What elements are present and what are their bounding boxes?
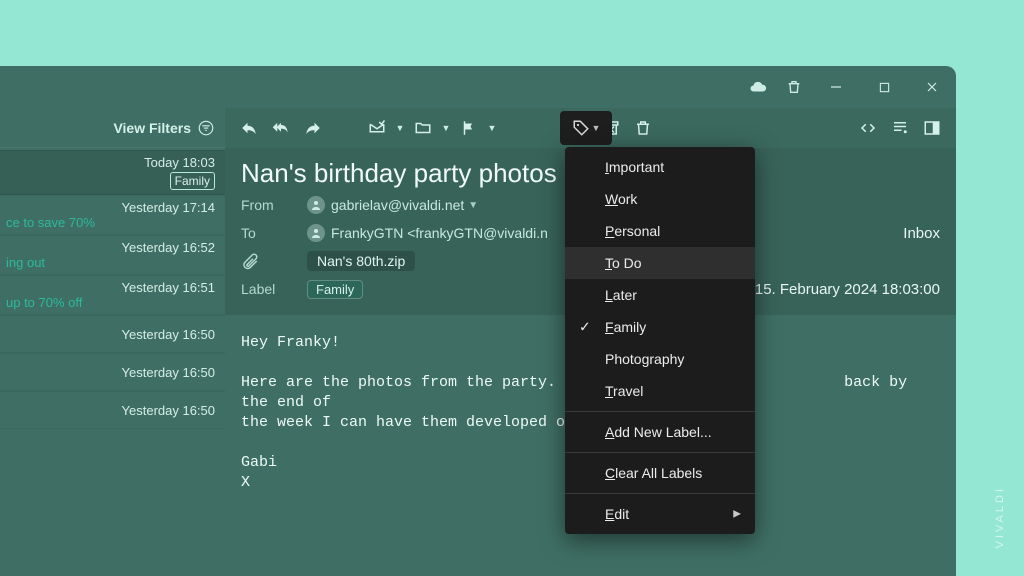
check-icon: ✓ [579, 319, 591, 336]
list-item-snippet: ing out [6, 255, 215, 270]
chevron-down-icon[interactable]: ▼ [441, 123, 451, 133]
filter-icon [197, 119, 215, 137]
menu-separator [565, 411, 755, 412]
list-item-snippet: up to 70% off [6, 295, 215, 310]
label-label: Label [241, 281, 307, 297]
list-item[interactable]: Yesterday 16:50 [0, 391, 225, 429]
maximize-button[interactable] [860, 66, 908, 108]
attachment-icon [241, 252, 307, 270]
flag-button[interactable] [455, 114, 483, 142]
list-item-date: Yesterday 16:50 [122, 327, 215, 342]
list-item-date: Yesterday 17:14 [122, 200, 215, 215]
reply-all-button[interactable] [267, 114, 295, 142]
menu-item-edit[interactable]: Edit ▶ [565, 498, 755, 530]
trash-icon[interactable] [776, 66, 812, 108]
app-window: View Filters Today 18:03 Family Yesterda… [0, 66, 956, 576]
delete-button[interactable] [629, 114, 657, 142]
from-address[interactable]: gabrielav@vivaldi.net [331, 197, 464, 213]
attachment-chip[interactable]: Nan's 80th.zip [307, 251, 415, 271]
chevron-down-icon[interactable]: ▼ [487, 123, 497, 133]
menu-separator [565, 452, 755, 453]
label-menu-button[interactable]: ▼ [560, 111, 612, 145]
menu-item-to-do[interactable]: To Do [565, 247, 755, 279]
list-item-date: Yesterday 16:50 [122, 365, 215, 380]
list-item[interactable]: Yesterday 16:51 up to 70% off [0, 275, 225, 315]
layout-toggle-button[interactable] [886, 114, 914, 142]
window-controls [740, 66, 956, 108]
chevron-down-icon[interactable]: ▼ [468, 200, 478, 211]
list-item[interactable]: Yesterday 16:50 [0, 353, 225, 391]
list-item-date: Today 18:03 [144, 155, 215, 170]
menu-item-add-new-label[interactable]: Add New Label... [565, 416, 755, 448]
menu-item-personal[interactable]: Personal [565, 215, 755, 247]
menu-item-work[interactable]: Work [565, 183, 755, 215]
menu-item-later[interactable]: Later [565, 279, 755, 311]
view-filters-label: View Filters [113, 120, 191, 136]
message-subject: Nan's birthday party photos [241, 158, 557, 189]
minimize-button[interactable] [812, 66, 860, 108]
brand-watermark: VIVALDI [994, 486, 1006, 548]
menu-item-photography[interactable]: Photography [565, 343, 755, 375]
menu-item-family[interactable]: ✓ Family [565, 311, 755, 343]
list-item-snippet: ce to save 70% [6, 215, 215, 230]
from-label: From [241, 197, 307, 213]
submenu-arrow-icon: ▶ [733, 509, 741, 520]
cloud-icon[interactable] [740, 66, 776, 108]
list-item-date: Yesterday 16:50 [122, 403, 215, 418]
message-label-chip[interactable]: Family [307, 280, 363, 299]
message-list-panel: View Filters Today 18:03 Family Yesterda… [0, 108, 225, 576]
list-item[interactable]: Yesterday 16:50 [0, 315, 225, 353]
to-label: To [241, 225, 307, 241]
view-filters-button[interactable]: View Filters [0, 108, 225, 148]
mark-read-button[interactable] [363, 114, 391, 142]
list-item[interactable]: Yesterday 17:14 ce to save 70% [0, 195, 225, 235]
list-item[interactable]: Yesterday 16:52 ing out [0, 235, 225, 275]
chevron-down-icon[interactable]: ▼ [395, 123, 405, 133]
move-to-folder-button[interactable] [409, 114, 437, 142]
title-bar [0, 66, 956, 108]
tag-icon [572, 119, 590, 137]
reply-button[interactable] [235, 114, 263, 142]
source-view-button[interactable] [854, 114, 882, 142]
message-folder: Inbox [903, 225, 940, 242]
message-list: Today 18:03 Family Yesterday 17:14 ce to… [0, 148, 225, 429]
chevron-down-icon: ▼ [592, 123, 601, 133]
labels-context-menu: Important Work Personal To Do Later ✓ Fa… [565, 147, 755, 534]
forward-button[interactable] [299, 114, 327, 142]
list-item-tag: Family [170, 172, 215, 190]
panel-toggle-button[interactable] [918, 114, 946, 142]
avatar-icon [307, 196, 325, 214]
list-item-date: Yesterday 16:51 [122, 280, 215, 295]
avatar-icon [307, 224, 325, 242]
mail-toolbar: ▼ ▼ ▼ [225, 108, 956, 148]
menu-item-travel[interactable]: Travel [565, 375, 755, 407]
menu-item-clear-all-labels[interactable]: Clear All Labels [565, 457, 755, 489]
list-item-date: Yesterday 16:52 [122, 240, 215, 255]
list-item[interactable]: Today 18:03 Family [0, 150, 225, 195]
to-address[interactable]: FrankyGTN <frankyGTN@vivaldi.n [331, 225, 548, 241]
close-button[interactable] [908, 66, 956, 108]
menu-item-important[interactable]: Important [565, 151, 755, 183]
message-date: 15. February 2024 18:03:00 [755, 281, 940, 298]
menu-separator [565, 493, 755, 494]
